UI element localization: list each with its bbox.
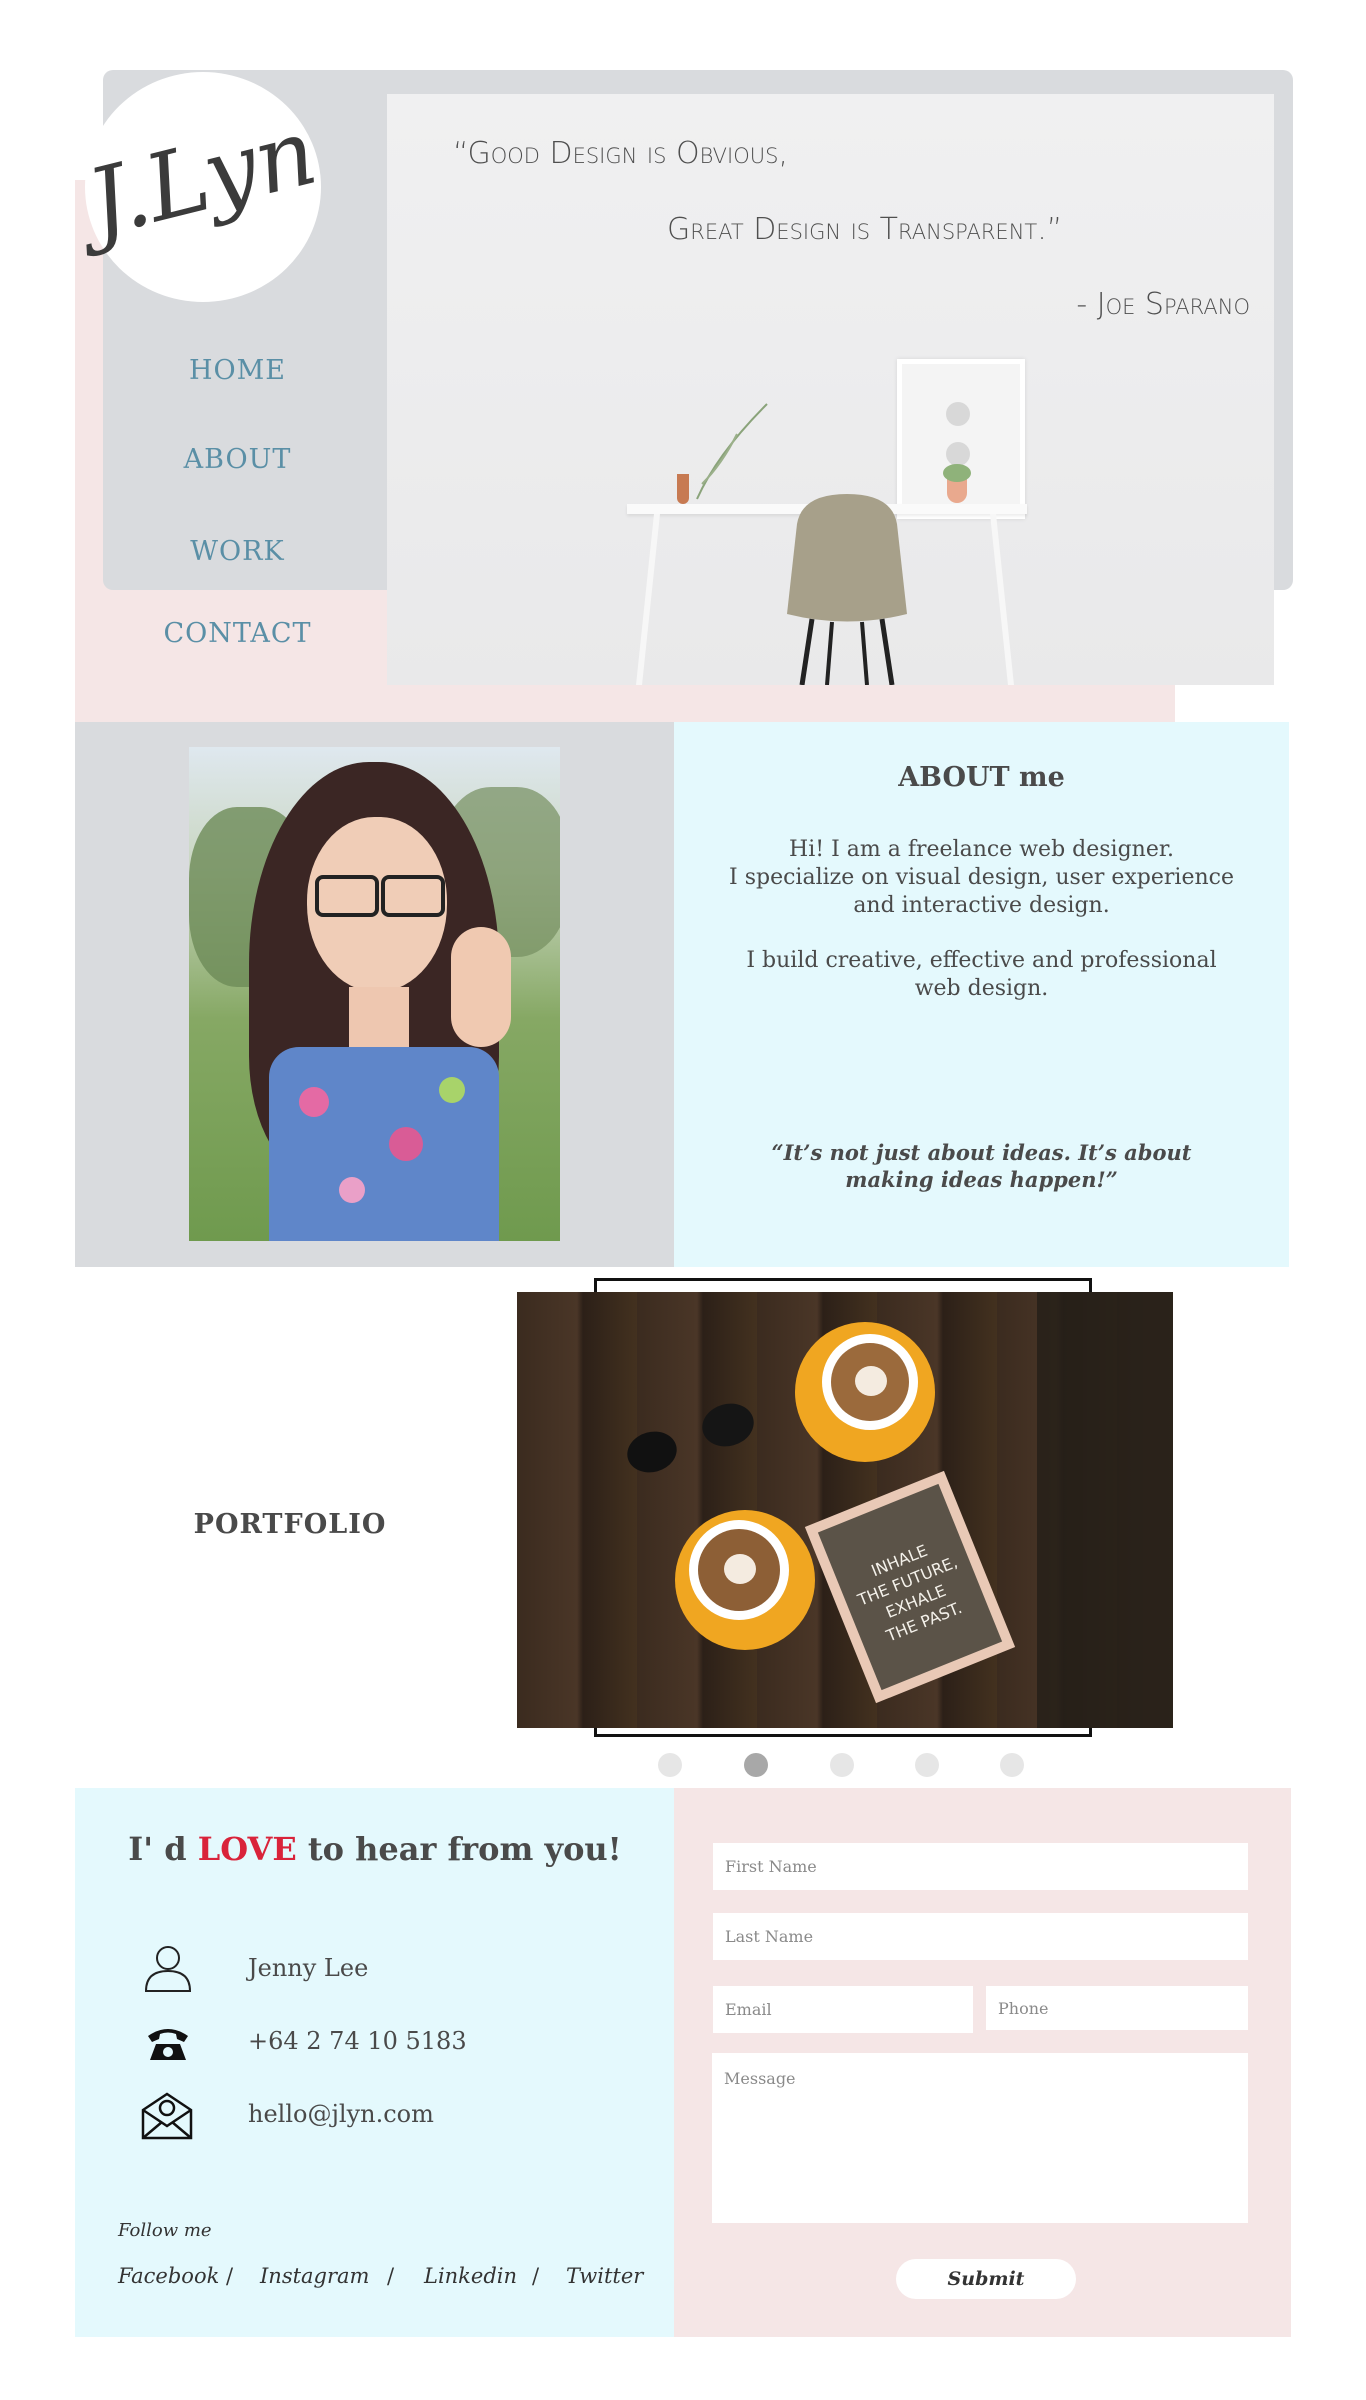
about-line: web design. [914,976,1049,1001]
about-line: and interactive design. [853,893,1110,918]
last-name-field[interactable] [713,1913,1248,1960]
slide-dot-1[interactable] [658,1753,682,1777]
about-line: I build creative, effective and professi… [746,948,1217,973]
social-linkedin[interactable]: Linkedin [424,2264,517,2288]
slide-dot-3[interactable] [830,1753,854,1777]
about-title: ABOUT me [898,762,1065,793]
contact-name: Jenny Lee [248,1954,369,1982]
contact-heading-love: LOVE [197,1830,297,1868]
message-field[interactable] [712,2053,1248,2223]
hero-plant [696,403,768,500]
nav-home[interactable]: HOME [130,355,345,386]
social-twitter[interactable]: Twitter [566,2264,643,2288]
portfolio-slide[interactable]: INHALE THE FUTURE, EXHALE THE PAST. [517,1292,1173,1728]
hero-small-plant [943,464,971,482]
social-separator: / [226,2264,234,2288]
portfolio-label: PORTFOLIO [193,1509,387,1540]
submit-button[interactable]: Submit [896,2259,1076,2299]
hero-image: “Good Design is Obvious, Great Design is… [387,94,1274,685]
hero-small-pot [947,479,967,503]
hero-quote-author: - Joe Sparano [1076,287,1250,322]
contact-email[interactable]: hello@jlyn.com [248,2100,434,2128]
logo[interactable]: J.Lyn [70,90,330,280]
about-quote: “It’s not just about ideas. It’s about m… [771,1140,1192,1192]
email-field[interactable] [713,1986,973,2033]
contact-info-panel [75,1788,675,2337]
first-name-field[interactable] [713,1843,1248,1890]
logo-text: J.Lyn [70,98,326,261]
email-icon [141,2092,193,2140]
follow-label: Follow me [118,2220,212,2241]
social-instagram[interactable]: Instagram [260,2264,369,2288]
hero-quote-line2: Great Design is Transparent.” [667,212,1063,247]
contact-heading-post: to hear from you! [296,1830,622,1868]
slide-dot-4[interactable] [915,1753,939,1777]
slide-dot-2[interactable] [744,1753,768,1777]
contact-heading-pre: I' d [128,1830,198,1868]
phone-field[interactable] [986,1986,1248,2030]
contact-phone: +64 2 74 10 5183 [248,2027,467,2055]
person-icon [144,1946,192,1992]
contact-heading: I' d LOVE to hear from you! [75,1830,675,1868]
social-separator: / [387,2264,395,2288]
about-line: Hi! I am a freelance web designer. [789,837,1174,862]
hero-quote-line1: “Good Design is Obvious, [453,136,788,171]
phone-icon [148,2029,188,2060]
slide-dot-5[interactable] [1000,1753,1024,1777]
nav-contact[interactable]: CONTACT [130,618,345,649]
nav-work[interactable]: WORK [130,536,345,567]
social-facebook[interactable]: Facebook [118,2264,219,2288]
about-line: I specialize on visual design, user expe… [729,865,1234,890]
nav-about[interactable]: ABOUT [130,444,345,475]
social-separator: / [532,2264,540,2288]
profile-photo [189,747,560,1241]
hero-chair [787,494,907,685]
